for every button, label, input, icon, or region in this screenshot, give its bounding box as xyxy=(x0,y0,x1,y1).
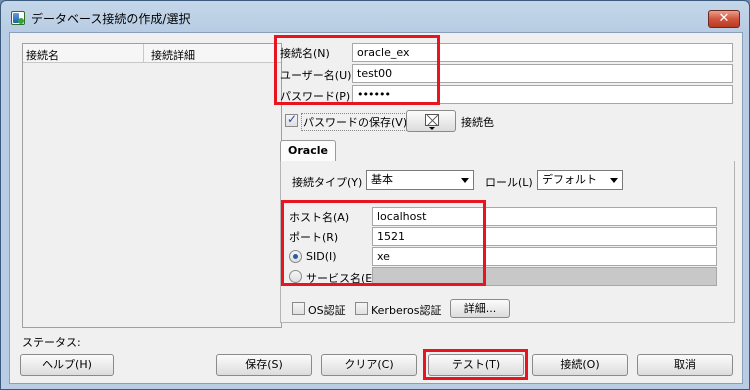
connection-type-label: 接続タイプ(Y) xyxy=(292,176,363,189)
connection-color-label: 接続色 xyxy=(461,116,494,129)
connection-name-label: 接続名(N) xyxy=(280,47,330,60)
port-field[interactable]: 1521 xyxy=(372,227,717,246)
column-connection-name[interactable]: 接続名 xyxy=(26,47,59,63)
help-button[interactable]: ヘルプ(H) xyxy=(20,354,114,376)
sid-field[interactable]: xe xyxy=(372,247,717,266)
advanced-button[interactable]: 詳細... xyxy=(450,299,510,318)
close-button[interactable]: ✕ xyxy=(708,10,740,28)
service-name-radio[interactable] xyxy=(289,270,302,283)
username-field[interactable]: test00 xyxy=(352,64,733,83)
username-label: ユーザー名(U) xyxy=(280,69,352,82)
sid-radio[interactable] xyxy=(289,250,302,263)
window-title: データベース接続の作成/選択 xyxy=(31,12,191,26)
chevron-down-icon xyxy=(461,178,469,183)
connection-list[interactable]: 接続名 接続詳細 xyxy=(22,43,282,328)
database-connection-icon xyxy=(11,11,25,25)
role-label: ロール(L) xyxy=(485,176,533,189)
status-label: ステータス: xyxy=(22,336,81,349)
dropdown-caret-icon xyxy=(429,127,435,130)
service-name-label: サービス名(E) xyxy=(306,272,377,285)
kerberos-auth-label: Kerberos認証 xyxy=(371,304,442,317)
title-bar[interactable]: データベース接続の作成/選択 ✕ xyxy=(1,1,749,33)
role-select[interactable]: デフォルト xyxy=(537,170,623,190)
save-password-checkbox[interactable] xyxy=(285,112,298,127)
dialog-body: 接続名 接続詳細 接続名(N) oracle_ex ユーザー名(U) test0… xyxy=(9,32,743,384)
clear-button[interactable]: クリア(C) xyxy=(321,354,417,376)
kerberos-auth-checkbox[interactable] xyxy=(355,302,368,315)
connection-color-button[interactable] xyxy=(406,110,456,132)
connection-type-select[interactable]: 基本 xyxy=(366,170,474,190)
connect-button[interactable]: 接続(O) xyxy=(532,354,628,376)
host-label: ホスト名(A) xyxy=(289,211,350,224)
tab-oracle[interactable]: Oracle xyxy=(280,140,336,162)
port-label: ポート(R) xyxy=(289,231,339,244)
cancel-button[interactable]: 取消 xyxy=(637,354,733,376)
save-button[interactable]: 保存(S) xyxy=(216,354,312,376)
connection-name-field[interactable]: oracle_ex xyxy=(352,43,733,62)
password-label: パスワード(P) xyxy=(280,90,351,103)
sid-label: SID(I) xyxy=(306,250,337,263)
role-value: デフォルト xyxy=(542,173,597,186)
no-color-icon xyxy=(425,114,439,126)
chevron-down-icon xyxy=(610,178,618,183)
connection-list-header: 接続名 接続詳細 xyxy=(23,44,281,63)
column-connection-details[interactable]: 接続詳細 xyxy=(151,47,195,63)
test-button[interactable]: テスト(T) xyxy=(428,354,524,376)
password-field[interactable]: •••••• xyxy=(352,85,733,104)
connection-type-value: 基本 xyxy=(371,173,393,186)
save-password-label[interactable]: パスワードの保存(V) xyxy=(301,113,410,131)
dialog-window: データベース接続の作成/選択 ✕ 接続名 接続詳細 接続名(N) oracle_… xyxy=(0,0,750,390)
service-name-field xyxy=(372,267,717,286)
os-auth-checkbox[interactable] xyxy=(292,302,305,315)
os-auth-label: OS認証 xyxy=(308,304,346,317)
host-field[interactable]: localhost xyxy=(372,207,717,226)
